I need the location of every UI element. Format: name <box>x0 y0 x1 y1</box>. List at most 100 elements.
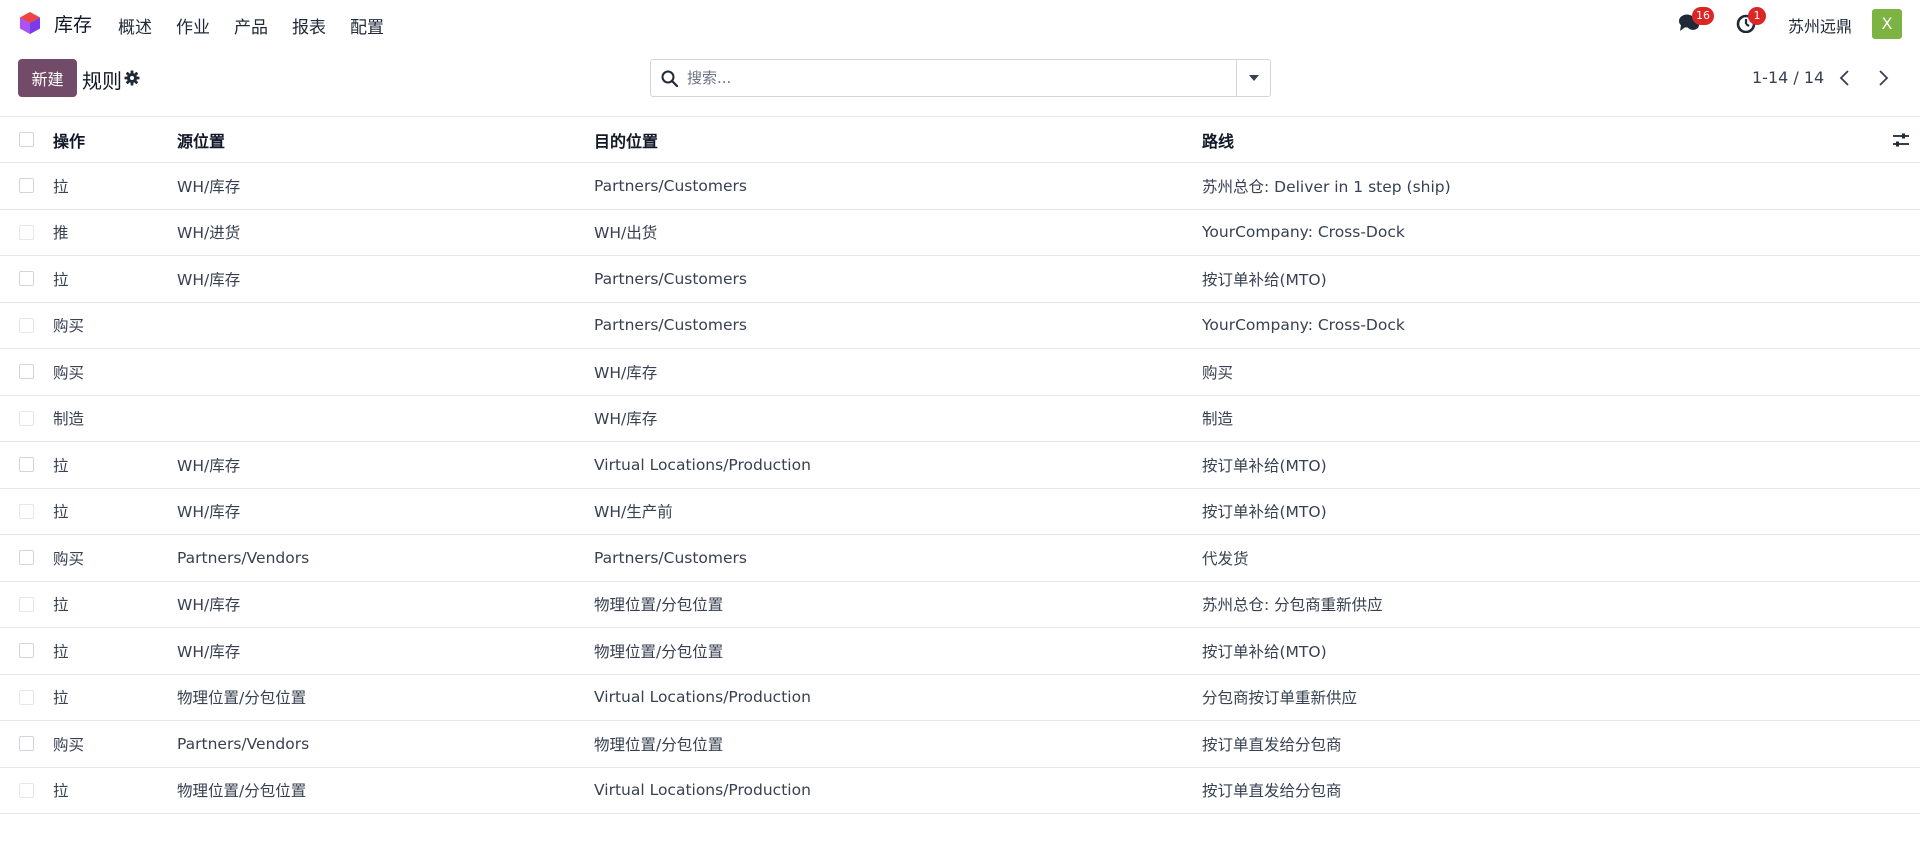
row-checkbox[interactable] <box>19 550 34 566</box>
row-checkbox-cell <box>19 210 34 256</box>
rule-action: 拉 <box>53 642 69 661</box>
rule-destination-location: WH/出货 <box>594 224 658 243</box>
table-row[interactable]: 购买 WH/库存 购买 <box>0 349 1920 396</box>
rule-route: 制造 <box>1202 410 1234 429</box>
table-row[interactable]: 购买 Partners/Customers YourCompany: Cross-D… <box>0 303 1920 349</box>
rule-route: 按订单补给(MTO) <box>1202 503 1327 522</box>
row-checkbox[interactable] <box>19 782 34 798</box>
row-checkbox[interactable] <box>19 224 34 240</box>
row-checkbox[interactable] <box>19 643 34 659</box>
table-row[interactable]: 推 WH/进货 WH/出货 YourCompany: Cross-Dock <box>0 210 1920 256</box>
row-checkbox-cell <box>19 303 34 349</box>
row-checkbox[interactable] <box>19 271 34 287</box>
rule-action: 拉 <box>53 782 69 801</box>
table-row[interactable]: 拉 WH/库存 物理位置/分包位置 按订单补给(MTO) <box>0 628 1920 675</box>
select-all-checkbox[interactable] <box>19 132 34 147</box>
table-row[interactable]: 拉 WH/库存 物理位置/分包位置 苏州总仓: 分包商重新供应 <box>0 582 1920 628</box>
rule-source-location: WH/库存 <box>177 596 241 615</box>
gear-icon[interactable] <box>124 70 140 86</box>
select-all-checkbox-cell <box>19 117 34 162</box>
column-destination-location[interactable]: 目的位置 <box>594 117 658 162</box>
search-options-toggle[interactable] <box>1236 60 1270 96</box>
row-checkbox-cell <box>19 442 34 488</box>
user-avatar[interactable]: X <box>1872 9 1902 39</box>
rule-destination-location: 物理位置/分包位置 <box>594 642 724 661</box>
rule-source-location: 物理位置/分包位置 <box>177 689 307 708</box>
row-checkbox-cell <box>19 628 34 674</box>
column-route[interactable]: 路线 <box>1202 117 1234 162</box>
rule-route: 按订单直发给分包商 <box>1202 782 1342 801</box>
messages-badge: 16 <box>1692 7 1714 25</box>
rule-source-location: Partners/Vendors <box>177 548 310 567</box>
rules-list: 操作 源位置 目的位置 路线 拉 WH/库存 Partners/Customers 苏… <box>0 116 1920 814</box>
column-source-location[interactable]: 源位置 <box>177 117 225 162</box>
table-row[interactable]: 拉 WH/库存 Partners/Customers 按订单补给(MTO) <box>0 256 1920 303</box>
row-checkbox[interactable] <box>19 689 34 705</box>
row-checkbox[interactable] <box>19 410 34 426</box>
sliders-icon <box>1893 133 1909 146</box>
row-checkbox[interactable] <box>19 736 34 752</box>
rule-destination-location: 物理位置/分包位置 <box>594 735 724 754</box>
rule-route: YourCompany: Cross-Dock <box>1202 223 1405 242</box>
row-checkbox[interactable] <box>19 503 34 519</box>
rule-destination-location: Partners/Customers <box>594 269 747 288</box>
rule-route: 购买 <box>1202 363 1234 382</box>
new-button[interactable]: 新建 <box>18 59 77 97</box>
row-checkbox-cell <box>19 349 34 395</box>
rule-action: 拉 <box>53 177 69 196</box>
page-title: 规则 <box>82 69 122 93</box>
rule-destination-location: WH/库存 <box>594 410 658 429</box>
rule-route: 分包商按订单重新供应 <box>1202 689 1358 708</box>
table-row[interactable]: 购买 Partners/Vendors Partners/Customers 代发货 <box>0 535 1920 582</box>
rule-action: 拉 <box>53 596 69 615</box>
rule-route: 按订单直发给分包商 <box>1202 735 1342 754</box>
optional-columns-toggle[interactable] <box>1892 117 1910 162</box>
search-input[interactable] <box>687 62 1227 94</box>
rule-action: 制造 <box>53 410 85 429</box>
table-row[interactable]: 拉 WH/库存 WH/生产前 按订单补给(MTO) <box>0 489 1920 535</box>
rule-destination-location: Virtual Locations/Production <box>594 688 811 707</box>
table-row[interactable]: 拉 WH/库存 Partners/Customers 苏州总仓: Deliver in… <box>0 163 1920 210</box>
row-checkbox[interactable] <box>19 457 34 473</box>
row-checkbox[interactable] <box>19 317 34 333</box>
table-row[interactable]: 拉 WH/库存 Virtual Locations/Production 按订单补给(… <box>0 442 1920 489</box>
pager-next-icon[interactable] <box>1871 66 1895 90</box>
pager-previous-icon[interactable] <box>1833 66 1857 90</box>
rule-destination-location: Partners/Customers <box>594 548 747 567</box>
pager-value[interactable]: 1-14 / 14 <box>1752 68 1824 87</box>
row-checkbox-cell <box>19 396 34 442</box>
rule-route: 按订单补给(MTO) <box>1202 270 1327 289</box>
row-checkbox-cell <box>19 582 34 628</box>
row-checkbox-cell <box>19 535 34 581</box>
list-header: 操作 源位置 目的位置 路线 <box>0 116 1920 163</box>
column-action[interactable]: 操作 <box>53 117 85 162</box>
row-checkbox-cell <box>19 489 34 535</box>
table-row[interactable]: 购买 Partners/Vendors 物理位置/分包位置 按订单直发给分包商 <box>0 721 1920 768</box>
row-checkbox[interactable] <box>19 596 34 612</box>
table-row[interactable]: 拉 物理位置/分包位置 Virtual Locations/Production 按订… <box>0 768 1920 814</box>
rule-destination-location: WH/库存 <box>594 363 658 382</box>
row-checkbox-cell <box>19 675 34 721</box>
rule-source-location: WH/库存 <box>177 177 241 196</box>
company-switcher[interactable]: 苏州远鼎 <box>1788 13 1852 37</box>
rule-destination-location: WH/生产前 <box>594 503 673 522</box>
messages-button[interactable]: 16 <box>1678 7 1714 33</box>
caret-down-icon <box>1249 75 1259 81</box>
rule-source-location: Partners/Vendors <box>177 734 310 753</box>
rule-source-location: 物理位置/分包位置 <box>177 782 307 801</box>
rule-destination-location: Partners/Customers <box>594 176 747 195</box>
table-row[interactable]: 制造 WH/库存 制造 <box>0 396 1920 442</box>
row-checkbox-cell <box>19 163 34 209</box>
rule-route: 按订单补给(MTO) <box>1202 642 1327 661</box>
rule-action: 购买 <box>53 735 85 754</box>
rule-source-location: WH/库存 <box>177 270 241 289</box>
rule-action: 购买 <box>53 363 85 382</box>
table-row[interactable]: 拉 物理位置/分包位置 Virtual Locations/Production 分包… <box>0 675 1920 721</box>
row-checkbox[interactable] <box>19 364 34 380</box>
rule-action: 拉 <box>53 270 69 289</box>
rule-action: 拉 <box>53 689 69 708</box>
activities-button[interactable]: 1 <box>1736 7 1766 34</box>
row-checkbox[interactable] <box>19 178 34 194</box>
rule-source-location: WH/库存 <box>177 456 241 475</box>
rule-action: 购买 <box>53 317 85 336</box>
